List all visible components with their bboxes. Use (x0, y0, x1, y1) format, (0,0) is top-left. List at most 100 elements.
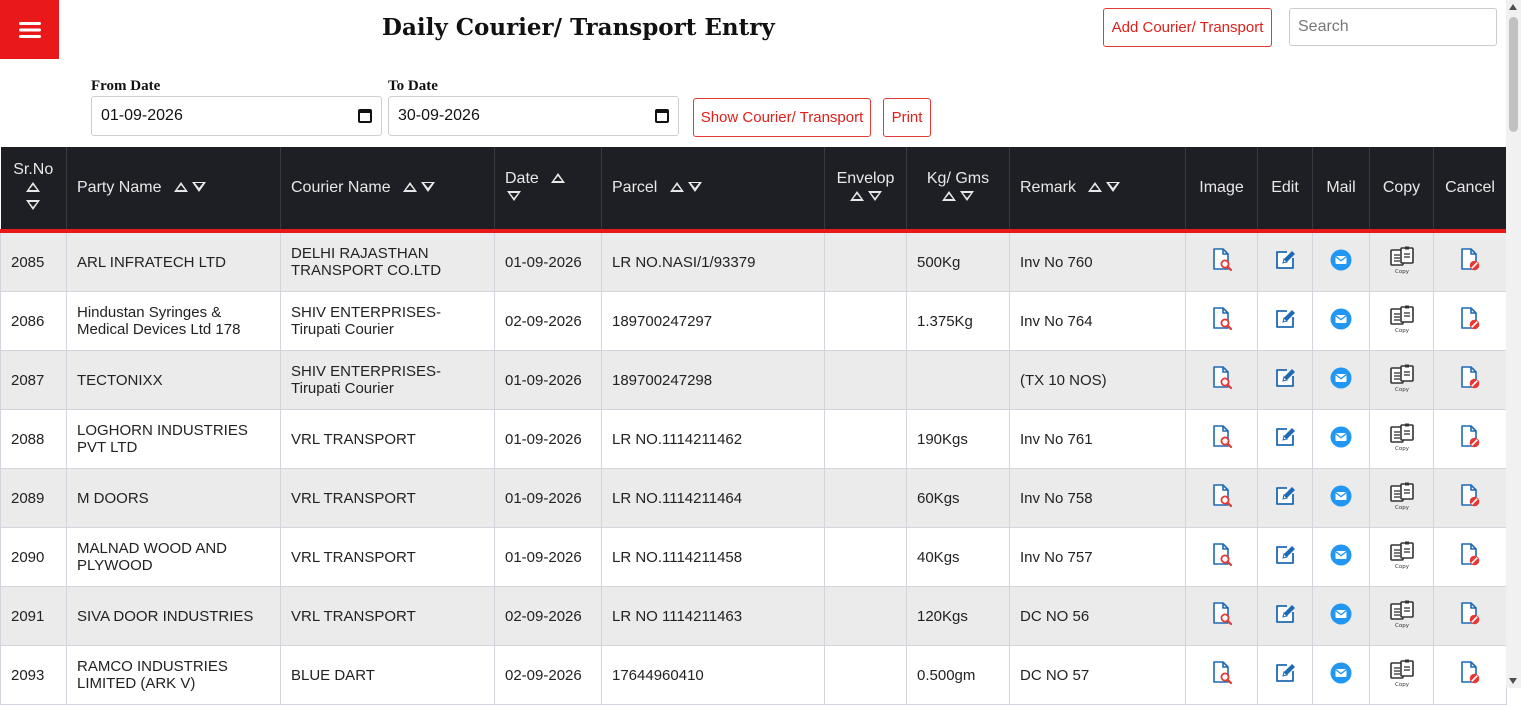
cell-cancel (1433, 350, 1507, 410)
column-header-copy: Copy (1369, 147, 1434, 233)
document-cancel-icon[interactable] (1459, 248, 1481, 276)
mail-icon[interactable] (1330, 485, 1352, 511)
copy-icon[interactable]: Copy (1388, 659, 1416, 691)
edit-icon[interactable] (1274, 367, 1296, 393)
mail-icon[interactable] (1330, 249, 1352, 275)
from-date-label: From Date (91, 78, 161, 94)
to-date-field[interactable]: 30-09-2026 (388, 96, 679, 136)
column-header-date[interactable]: Date (494, 147, 602, 233)
sort-asc-icon[interactable] (1088, 181, 1103, 192)
copy-icon[interactable]: Copy (1388, 482, 1416, 514)
sort-asc-icon[interactable] (849, 191, 864, 201)
from-date-field[interactable]: 01-09-2026 (91, 96, 382, 136)
cell-kg: 190Kgs (906, 409, 1010, 469)
calendar-icon[interactable] (655, 109, 669, 123)
show-courier-button[interactable]: Show Courier/ Transport (693, 98, 871, 137)
mail-icon[interactable] (1330, 544, 1352, 570)
sort-asc-icon[interactable] (669, 181, 684, 192)
table-row: 2086 Hindustan Syringes & Medical Devices… (0, 291, 1507, 351)
copy-icon[interactable]: Copy (1388, 305, 1416, 337)
cell-parcel: LR NO.1114211458 (601, 527, 825, 587)
edit-icon[interactable] (1274, 249, 1296, 275)
sort-desc-icon[interactable] (687, 181, 702, 192)
scrollbar-thumb[interactable] (1509, 17, 1518, 132)
cell-party: M DOORS (66, 468, 281, 528)
document-search-icon[interactable] (1211, 248, 1233, 276)
edit-icon[interactable] (1274, 308, 1296, 334)
document-cancel-icon[interactable] (1459, 543, 1481, 571)
copy-icon[interactable]: Copy (1388, 600, 1416, 632)
cell-cancel (1433, 409, 1507, 469)
column-header-cancel: Cancel (1433, 147, 1507, 233)
cell-envelop (824, 291, 907, 351)
scroll-down-arrow-icon[interactable] (1509, 678, 1517, 684)
column-header-parcel[interactable]: Parcel (601, 147, 825, 233)
document-search-icon[interactable] (1211, 366, 1233, 394)
sort-desc-icon[interactable] (421, 181, 436, 192)
column-header-courier[interactable]: Courier Name (280, 147, 495, 233)
cell-cancel (1433, 586, 1507, 646)
sort-asc-icon[interactable] (403, 181, 418, 192)
document-cancel-icon[interactable] (1459, 602, 1481, 630)
edit-icon[interactable] (1274, 603, 1296, 629)
document-cancel-icon[interactable] (1459, 661, 1481, 689)
document-search-icon[interactable] (1211, 484, 1233, 512)
copy-icon-caption: Copy (1395, 505, 1410, 510)
page-scrollbar[interactable] (1506, 0, 1521, 688)
column-header-envelop[interactable]: Envelop (824, 147, 907, 233)
edit-icon[interactable] (1274, 485, 1296, 511)
column-header-party[interactable]: Party Name (66, 147, 281, 233)
edit-icon[interactable] (1274, 662, 1296, 688)
document-cancel-icon[interactable] (1459, 484, 1481, 512)
document-cancel-icon[interactable] (1459, 425, 1481, 453)
cell-image (1185, 645, 1258, 705)
column-header-kg[interactable]: Kg/ Gms (906, 147, 1010, 233)
mail-icon[interactable] (1330, 367, 1352, 393)
calendar-icon[interactable] (358, 109, 372, 123)
scroll-up-arrow-icon[interactable] (1509, 4, 1517, 10)
document-search-icon[interactable] (1211, 602, 1233, 630)
menu-button[interactable] (0, 0, 59, 59)
cell-edit (1257, 527, 1313, 587)
column-header-srno[interactable]: Sr.No (0, 147, 67, 233)
mail-icon[interactable] (1330, 308, 1352, 334)
sort-desc-icon[interactable] (1106, 181, 1121, 192)
cell-copy: Copy (1369, 350, 1434, 410)
column-header-remark[interactable]: Remark (1009, 147, 1186, 233)
cell-mail (1312, 230, 1370, 292)
document-search-icon[interactable] (1211, 425, 1233, 453)
copy-icon[interactable]: Copy (1388, 541, 1416, 573)
cell-parcel: LR NO.1114211464 (601, 468, 825, 528)
add-courier-button[interactable]: Add Courier/ Transport (1103, 8, 1272, 47)
sort-asc-icon[interactable] (26, 182, 41, 192)
print-button[interactable]: Print (883, 98, 931, 137)
document-search-icon[interactable] (1211, 543, 1233, 571)
mail-icon[interactable] (1330, 662, 1352, 688)
edit-icon[interactable] (1274, 426, 1296, 452)
sort-asc-icon[interactable] (551, 172, 566, 183)
cell-kg: 500Kg (906, 230, 1010, 292)
sort-desc-icon[interactable] (26, 200, 41, 210)
search-input[interactable] (1289, 8, 1497, 46)
cell-cancel (1433, 468, 1507, 528)
copy-icon[interactable]: Copy (1388, 246, 1416, 278)
sort-asc-icon[interactable] (942, 191, 956, 201)
sort-asc-icon[interactable] (173, 181, 188, 192)
document-cancel-icon[interactable] (1459, 307, 1481, 335)
sort-desc-icon[interactable] (867, 191, 882, 201)
sort-desc-icon[interactable] (191, 181, 206, 192)
copy-icon[interactable]: Copy (1388, 364, 1416, 396)
cell-kg: 40Kgs (906, 527, 1010, 587)
document-search-icon[interactable] (1211, 661, 1233, 689)
cell-copy: Copy (1369, 527, 1434, 587)
edit-icon[interactable] (1274, 544, 1296, 570)
copy-icon[interactable]: Copy (1388, 423, 1416, 455)
sort-desc-icon[interactable] (507, 191, 521, 202)
mail-icon[interactable] (1330, 603, 1352, 629)
mail-icon[interactable] (1330, 426, 1352, 452)
document-search-icon[interactable] (1211, 307, 1233, 335)
cell-edit (1257, 291, 1313, 351)
document-cancel-icon[interactable] (1459, 366, 1481, 394)
cell-date: 02-09-2026 (494, 586, 602, 646)
sort-desc-icon[interactable] (960, 191, 974, 201)
